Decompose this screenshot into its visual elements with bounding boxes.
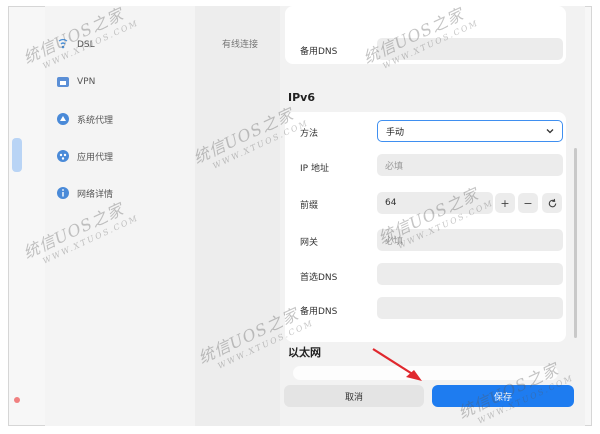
nav-item-label: 网络详情	[77, 189, 114, 200]
nav-item-label: DSL	[77, 40, 95, 50]
system-proxy-icon	[55, 111, 71, 127]
ip-address-label: IP 地址	[300, 164, 329, 174]
ipv6-section-title: IPv6	[288, 91, 315, 104]
dsl-icon	[55, 37, 71, 53]
save-button-label: 保存	[493, 392, 512, 403]
gateway-placeholder: 必填	[385, 236, 404, 247]
annotation-arrow-icon	[372, 348, 422, 381]
nav-item-vpn[interactable]: VPN	[55, 67, 185, 97]
prefix-value: 64	[385, 198, 397, 208]
minus-icon: −	[523, 196, 533, 210]
cancel-button[interactable]: 取消	[284, 385, 424, 407]
ip-address-placeholder: 必填	[385, 161, 404, 172]
wired-connection-item[interactable]: 有线连接	[222, 37, 258, 50]
prefix-input[interactable]: 64	[377, 192, 493, 214]
ethernet-section-title: 以太网	[288, 346, 321, 359]
content-scrollbar[interactable]	[574, 148, 577, 338]
prefix-increment-button[interactable]: +	[495, 193, 515, 213]
prefix-label: 前缀	[300, 201, 319, 211]
cancel-button-label: 取消	[344, 392, 363, 403]
nav-item-network-details[interactable]: 网络详情	[55, 178, 185, 208]
nav-item-app-proxy[interactable]: 应用代理	[55, 141, 185, 171]
connection-list: 有线连接	[195, 6, 280, 426]
nav-item-label: 系统代理	[77, 115, 114, 126]
method-label: 方法	[300, 129, 319, 139]
ipv4-backup-dns-input[interactable]	[377, 38, 563, 60]
primary-dns-label: 首选DNS	[300, 273, 338, 283]
app-proxy-icon	[55, 148, 71, 164]
nav-item-system-proxy[interactable]: 系统代理	[55, 104, 185, 134]
backup-dns-label: 备用DNS	[300, 47, 338, 57]
plus-icon: +	[500, 196, 510, 210]
network-details-icon	[55, 185, 71, 201]
ipv4-panel: 备用DNS	[285, 6, 566, 64]
chevron-down-icon	[546, 129, 554, 134]
vpn-icon	[55, 74, 71, 90]
refresh-icon	[548, 198, 556, 207]
nav-item-dsl[interactable]: DSL	[55, 30, 185, 60]
connection-settings: 备用DNS IPv6 方法 手动 IP 地址 必填 前缀 64 + − 网关 必…	[280, 6, 585, 426]
ipv6-panel: 方法 手动 IP 地址 必填 前缀 64 + − 网关 必填 首选DNS 备用D…	[285, 112, 566, 342]
prefix-decrement-button[interactable]: −	[518, 193, 538, 213]
gateway-label: 网关	[300, 238, 319, 248]
ipv6-backup-dns-label: 备用DNS	[300, 307, 338, 317]
method-select[interactable]: 手动	[377, 120, 563, 142]
left-panel-selection-indicator	[12, 138, 22, 172]
window-close-dot[interactable]	[14, 397, 20, 403]
nav-item-label: VPN	[77, 77, 96, 87]
ipv6-backup-dns-input[interactable]	[377, 297, 563, 319]
nav-item-label: 应用代理	[77, 152, 114, 163]
save-button[interactable]: 保存	[432, 385, 574, 407]
gateway-input[interactable]: 必填	[377, 229, 563, 251]
network-sidebar: DSL VPN 系统代理 应用代理 网络详情	[45, 6, 195, 426]
primary-dns-input[interactable]	[377, 263, 563, 285]
method-select-value: 手动	[386, 127, 405, 138]
ip-address-input[interactable]: 必填	[377, 154, 563, 176]
reset-button[interactable]	[542, 193, 562, 213]
